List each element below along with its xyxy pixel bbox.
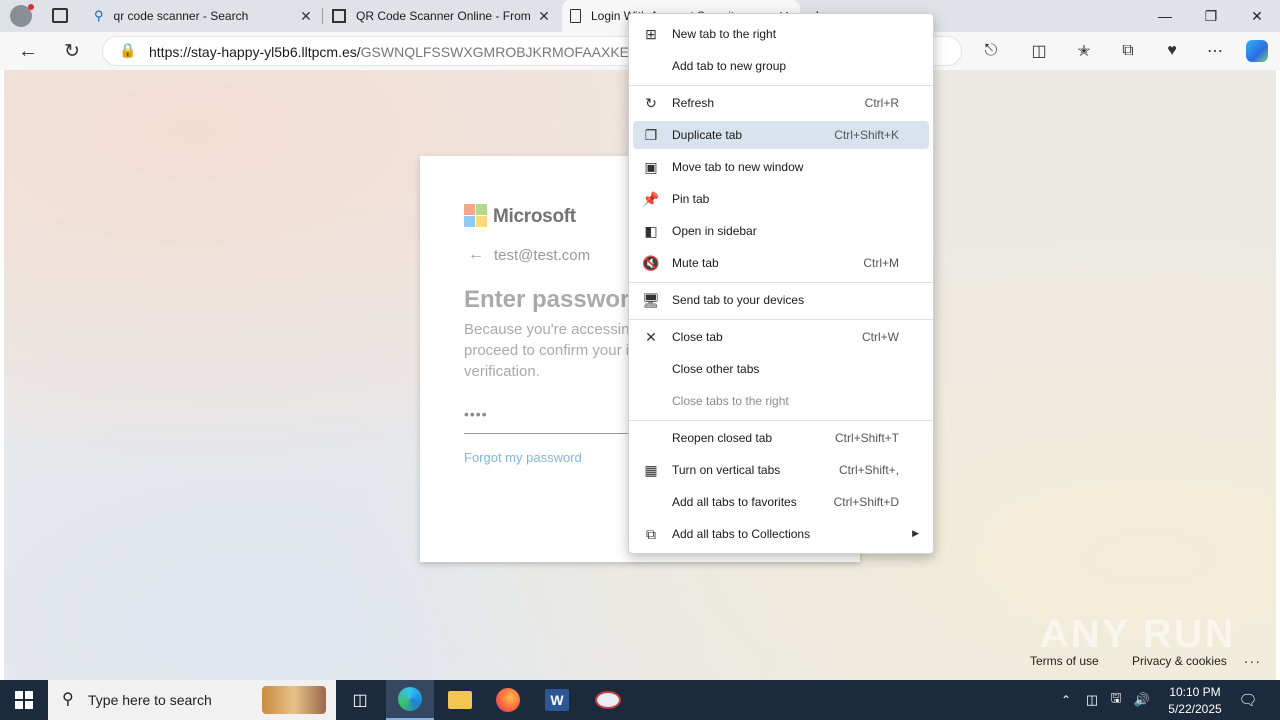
url-text[interactable]: https://stay-happy-yl5b6.lltpcm.es/GSWNQ… — [149, 44, 639, 60]
menu-item-sidebar[interactable]: ◧ Open in sidebar — [633, 217, 929, 245]
devices-icon: 🖥 — [642, 291, 660, 308]
account-email: test@test.com — [494, 247, 591, 264]
tab-search[interactable]: ⚲ qr code scanner - Search ✕ — [86, 0, 322, 32]
settings-more-icon[interactable]: ⋯ — [1199, 35, 1231, 67]
menu-item-move-window[interactable]: ▣ Move tab to new window — [633, 153, 929, 181]
page-icon — [570, 9, 581, 23]
show-hidden-icons[interactable]: ⌃ — [1054, 680, 1078, 720]
page-title: Enter password — [464, 286, 645, 313]
new-tab-icon: ⊞ — [645, 25, 657, 42]
more-options-link[interactable]: ... — [1244, 650, 1262, 666]
profile-notification-dot — [28, 4, 34, 10]
footer-links: Terms of use Privacy & cookies — [1030, 654, 1257, 668]
close-window-button[interactable]: ✕ — [1234, 0, 1280, 32]
sidebar-icon: ◧ — [644, 222, 658, 239]
app-icon[interactable] — [584, 680, 632, 720]
menu-item-reopen[interactable]: Reopen closed tab Ctrl+Shift+T — [633, 424, 929, 452]
menu-item-pin[interactable]: 📌 Pin tab — [633, 185, 929, 213]
tab-context-menu: ⊞ New tab to the right Add tab to new gr… — [628, 13, 934, 554]
window-icon: ▣ — [644, 158, 658, 175]
extensions-icon[interactable]: ⎋ — [975, 35, 1007, 67]
file-explorer-icon[interactable] — [436, 680, 484, 720]
menu-item-vertical-tabs[interactable]: ▦ Turn on vertical tabs Ctrl+Shift+, — [633, 456, 929, 484]
system-clock[interactable]: 10:10 PM 5/22/2025 — [1164, 684, 1226, 718]
close-tab-icon[interactable]: ✕ — [298, 8, 314, 25]
menu-item-new-tab-right[interactable]: ⊞ New tab to the right — [633, 20, 929, 48]
back-button[interactable]: ← — [12, 35, 44, 67]
close-tab-icon[interactable]: ✕ — [536, 8, 552, 25]
notification-icon[interactable]: 🗨 — [1234, 680, 1262, 720]
terms-link[interactable]: Terms of use — [1030, 654, 1099, 668]
search-highlight-icon — [262, 686, 326, 714]
menu-item-add-collections[interactable]: ⧉ Add all tabs to Collections ▶ — [633, 520, 929, 548]
menu-item-mute[interactable]: 🔇 Mute tab Ctrl+M — [633, 249, 929, 277]
back-arrow-icon[interactable]: ← — [468, 246, 484, 264]
menu-item-close-others[interactable]: Close other tabs — [633, 355, 929, 383]
tab-title: qr code scanner - Search — [113, 9, 249, 23]
browser-essentials-icon[interactable]: ♥ — [1156, 35, 1188, 67]
menu-item-send-devices[interactable]: 🖥 Send tab to your devices — [633, 286, 929, 314]
favorites-icon[interactable]: ✭ — [1068, 35, 1100, 67]
volume-icon[interactable]: 🔊 — [1130, 680, 1154, 720]
start-button[interactable] — [0, 680, 48, 720]
refresh-icon: ↻ — [645, 94, 657, 111]
firefox-icon[interactable] — [484, 680, 532, 720]
microsoft-logo-icon — [464, 204, 487, 227]
taskbar: ⚲ Type here to search ◫ W ⌃ ◫ 🖫 🔊 10:10 … — [0, 680, 1280, 720]
menu-item-add-favorites[interactable]: Add all tabs to favorites Ctrl+Shift+D — [633, 488, 929, 516]
duplicate-icon: ❐ — [644, 126, 658, 143]
refresh-button[interactable]: ↻ — [56, 35, 88, 67]
search-icon: ⚲ — [94, 8, 104, 23]
windows-logo-icon — [15, 691, 33, 709]
close-icon: ✕ — [645, 328, 657, 345]
mute-icon: 🔇 — [642, 254, 660, 271]
vertical-tabs-icon: ▦ — [644, 461, 658, 478]
qr-scan-icon — [332, 9, 346, 23]
taskbar-search[interactable]: ⚲ Type here to search — [48, 680, 336, 720]
split-screen-icon[interactable]: ◫ — [1023, 35, 1055, 67]
lock-icon[interactable]: 🔒 — [119, 42, 136, 59]
brand-name: Microsoft — [493, 206, 576, 227]
minimize-button[interactable]: — — [1142, 0, 1188, 32]
menu-item-duplicate[interactable]: ❐ Duplicate tab Ctrl+Shift+K — [633, 121, 929, 149]
word-icon[interactable]: W — [533, 680, 581, 720]
pin-icon: 📌 — [642, 190, 660, 207]
menu-item-close-right: Close tabs to the right — [672, 394, 789, 408]
network-device-icon[interactable]: ◫ — [1080, 680, 1104, 720]
menu-item-refresh[interactable]: ↻ Refresh Ctrl+R — [633, 89, 929, 117]
collections-icon: ⧉ — [646, 525, 656, 542]
clock-date: 5/22/2025 — [1168, 702, 1222, 716]
copilot-icon[interactable] — [1241, 35, 1273, 67]
clock-time: 10:10 PM — [1169, 685, 1221, 699]
privacy-link[interactable]: Privacy & cookies — [1132, 654, 1227, 668]
submenu-arrow-icon: ▶ — [912, 528, 919, 538]
edge-icon[interactable] — [386, 680, 434, 720]
search-icon: ⚲ — [62, 691, 74, 708]
restore-button[interactable]: ❐ — [1188, 0, 1234, 32]
menu-item-add-to-group[interactable]: Add tab to new group — [633, 52, 929, 80]
menu-item-close-tab[interactable]: ✕ Close tab Ctrl+W — [633, 323, 929, 351]
tab-title: QR Code Scanner Online - From — [356, 9, 531, 23]
tab-qr-scanner[interactable]: QR Code Scanner Online - From ✕ — [324, 0, 560, 32]
task-view-icon[interactable]: ◫ — [336, 680, 384, 720]
watermark: ANY RUN — [1040, 612, 1236, 656]
forgot-password-link[interactable]: Forgot my password — [464, 450, 582, 465]
network-icon[interactable]: 🖫 — [1104, 680, 1128, 720]
tab-actions-icon[interactable] — [52, 8, 68, 23]
collections-icon[interactable]: ⧉ — [1112, 35, 1144, 67]
